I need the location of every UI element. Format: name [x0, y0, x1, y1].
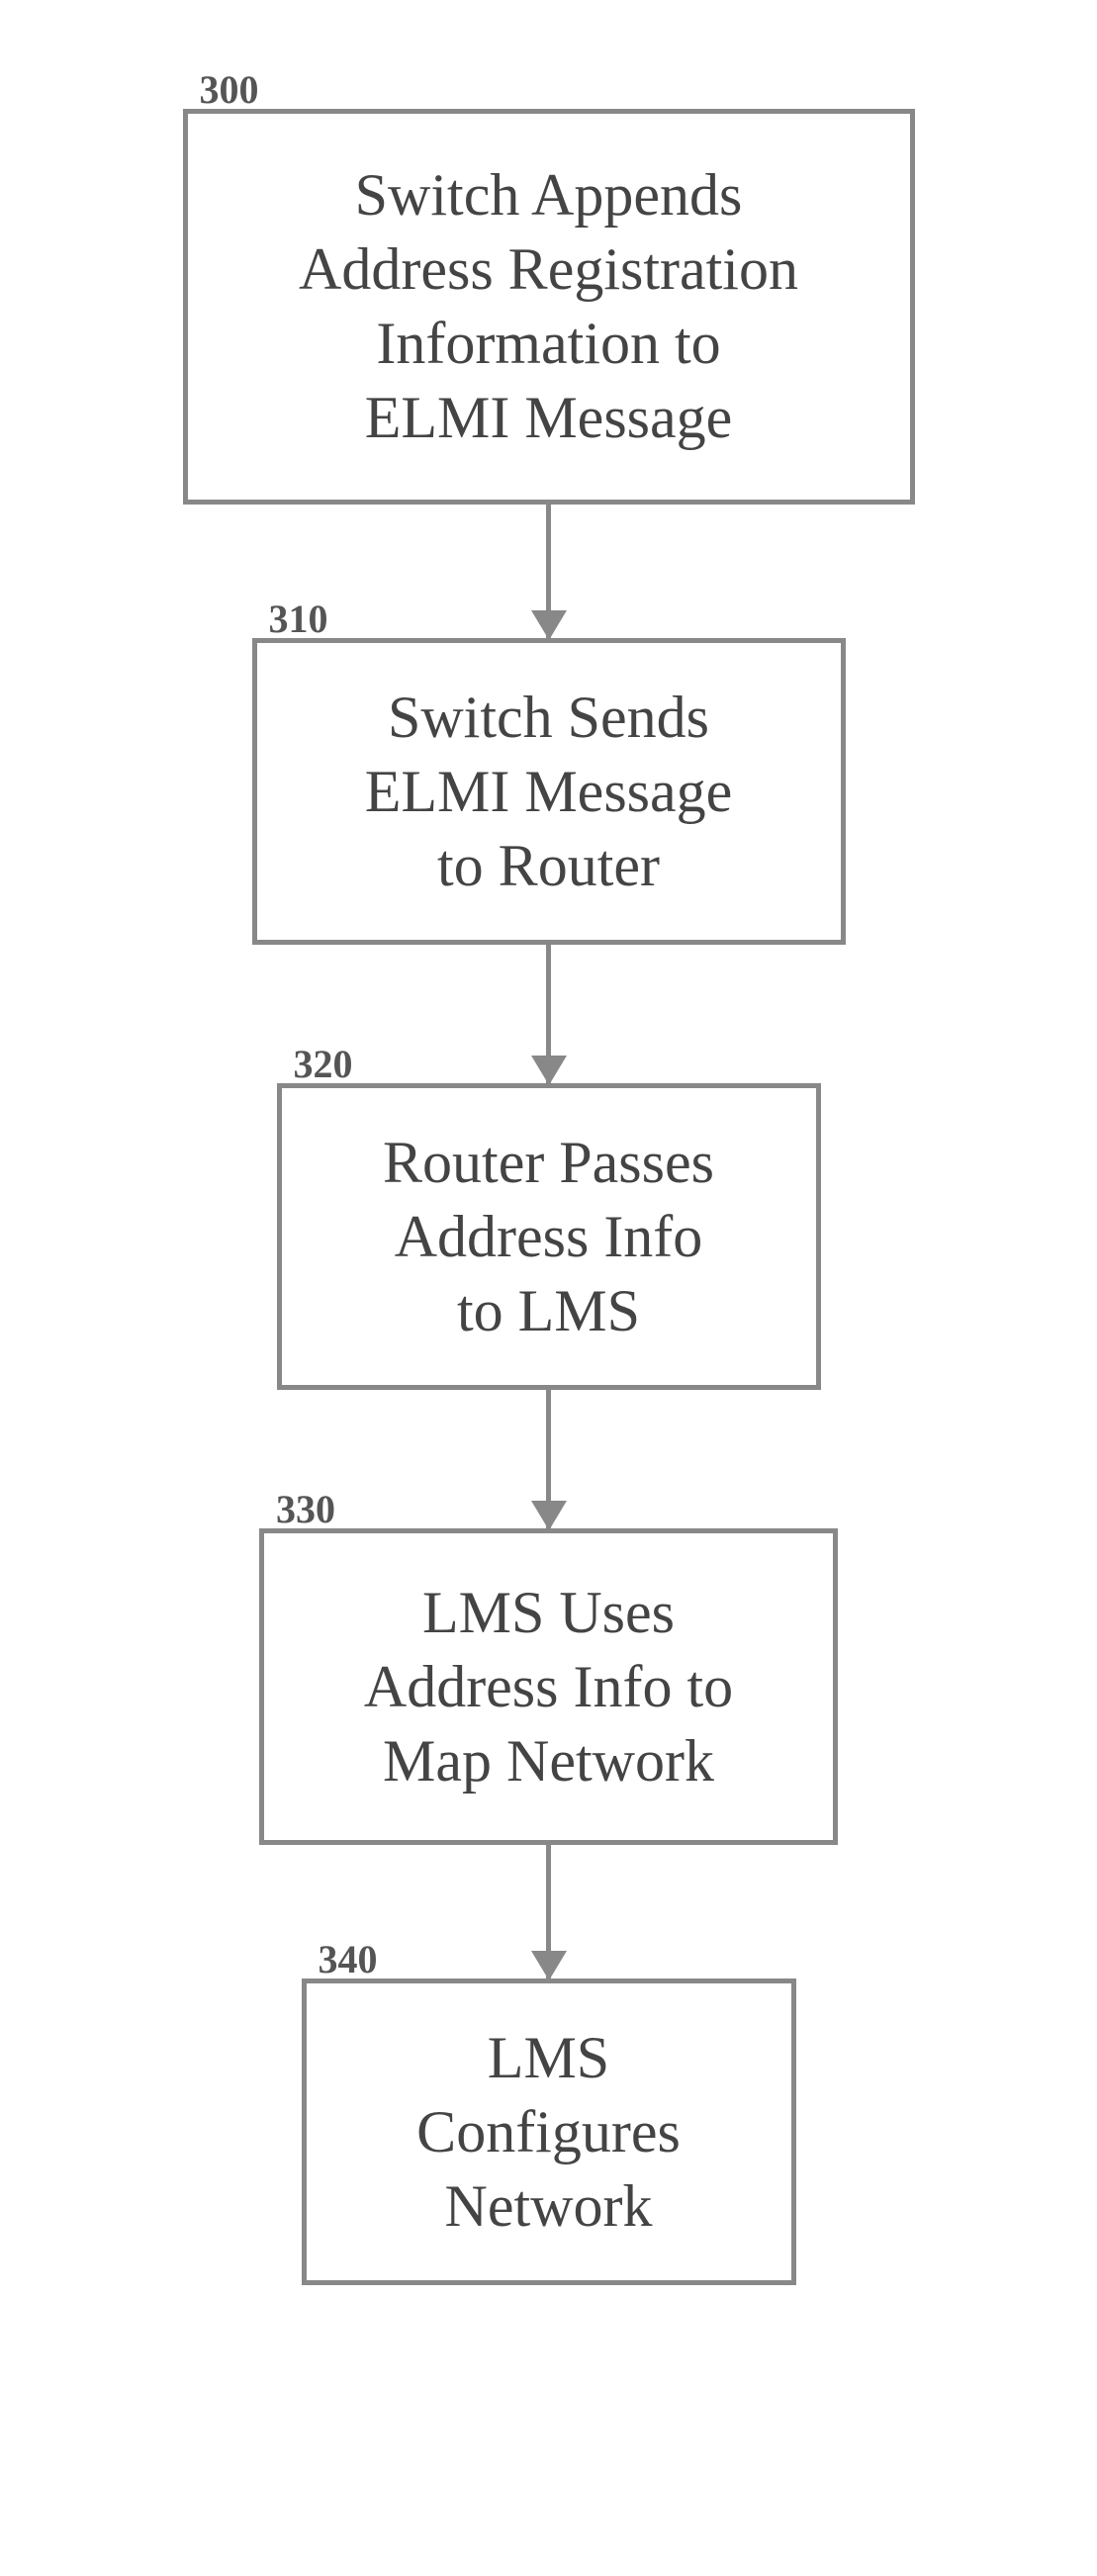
flow-node-320: 320 Router Passes Address Info to LMS	[277, 1083, 821, 1390]
flow-node-label: 330	[276, 1486, 335, 1532]
flow-arrow	[546, 1845, 551, 1978]
flow-node-310: 310 Switch Sends ELMI Message to Router	[252, 638, 846, 945]
flow-node-text: LMS Uses Address Info to Map Network	[364, 1576, 733, 1798]
flow-node-330: 330 LMS Uses Address Info to Map Network	[259, 1528, 838, 1845]
flow-node-text: Switch Sends ELMI Message to Router	[365, 681, 733, 903]
flow-node-label: 300	[200, 66, 259, 113]
flow-arrow	[546, 945, 551, 1083]
flowchart: 300 Switch Appends Address Registration …	[183, 109, 915, 2285]
flow-node-label: 310	[269, 596, 328, 642]
flow-arrow	[546, 1390, 551, 1528]
flow-node-340: 340 LMS Configures Network	[302, 1978, 796, 2285]
flow-node-text: Router Passes Address Info to LMS	[383, 1126, 714, 1348]
flow-node-text: Switch Appends Address Registration Info…	[299, 158, 798, 455]
flow-node-text: LMS Configures Network	[416, 2021, 681, 2244]
flow-node-label: 340	[319, 1936, 378, 1982]
flow-node-label: 320	[294, 1041, 353, 1087]
flow-node-300: 300 Switch Appends Address Registration …	[183, 109, 915, 505]
flow-arrow	[546, 505, 551, 638]
